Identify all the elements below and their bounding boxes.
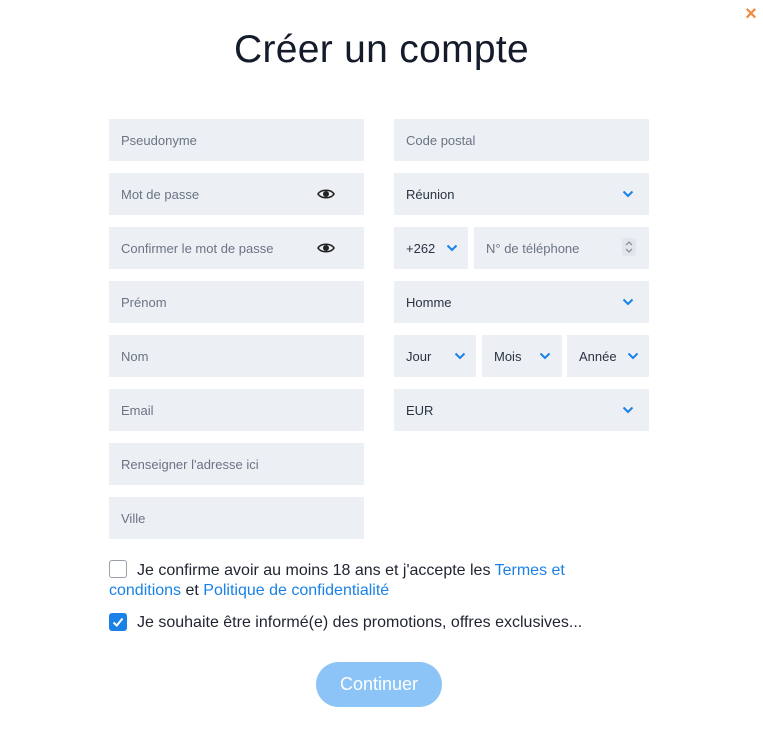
phone-number-field[interactable]: N° de téléphone [474,227,649,269]
gender-select[interactable]: Homme [394,281,649,323]
promo-checkbox[interactable] [109,613,127,631]
ville-field[interactable]: Ville [109,497,364,539]
prenom-field[interactable]: Prénom [109,281,364,323]
and-text: et [181,582,204,599]
address-placeholder: Renseigner l'adresse ici [121,456,259,472]
gender-value: Homme [406,294,452,310]
currency-select[interactable]: EUR [394,389,649,431]
number-spinner-icon[interactable] [622,238,636,256]
confirm-password-field[interactable]: Confirmer le mot de passe [109,227,364,269]
pseudonyme-placeholder: Pseudonyme [121,132,197,148]
day-select[interactable]: Jour [394,335,476,377]
terms-link[interactable]: Termes et [495,562,565,579]
password-field[interactable]: Mot de passe [109,173,364,215]
chevron-down-icon [622,190,634,198]
privacy-link[interactable]: Politique de confidentialité [203,582,389,599]
email-field[interactable]: Email [109,389,364,431]
phone-prefix-value: +262 [406,240,436,256]
address-field[interactable]: Renseigner l'adresse ici [109,443,364,485]
chevron-down-icon [454,352,466,360]
postal-code-field[interactable]: Code postal [394,119,649,161]
checkmark-icon [112,617,124,627]
year-select[interactable]: Année [567,335,649,377]
ville-placeholder: Ville [121,510,146,526]
prenom-placeholder: Prénom [121,294,167,310]
terms-checkbox[interactable] [109,560,127,578]
terms-text-line-2: conditions et Politique de confidentiali… [109,581,579,601]
promo-text: Je souhaite être informé(e) des promotio… [137,614,583,631]
region-select[interactable]: Réunion [394,173,649,215]
nom-placeholder: Nom [121,348,149,364]
phone-prefix-select[interactable]: +262 [394,227,468,269]
terms-text: Je confirme avoir au moins 18 ans et j'a… [137,561,607,581]
password-placeholder: Mot de passe [121,186,200,202]
chevron-down-icon [622,298,634,306]
continue-button[interactable]: Continuer [316,662,442,707]
region-value: Réunion [406,186,455,202]
postal-code-placeholder: Code postal [406,132,476,148]
phone-number-placeholder: N° de téléphone [486,240,580,256]
chevron-down-icon [622,406,634,414]
nom-field[interactable]: Nom [109,335,364,377]
pseudonyme-field[interactable]: Pseudonyme [109,119,364,161]
currency-value: EUR [406,402,434,418]
chevron-down-icon [627,352,639,360]
month-select[interactable]: Mois [482,335,562,377]
eye-icon[interactable] [317,187,335,201]
email-placeholder: Email [121,402,154,418]
confirm-password-placeholder: Confirmer le mot de passe [121,240,274,256]
eye-icon[interactable] [317,241,335,255]
month-value: Mois [494,348,522,364]
terms-text-part: Je confirme avoir au moins 18 ans et j'a… [137,562,495,579]
chevron-down-icon [539,352,551,360]
chevron-down-icon [446,244,458,252]
terms-link-continued[interactable]: conditions [109,582,181,599]
page-title: Créer un compte [234,28,529,71]
year-value: Année [579,348,617,364]
close-icon[interactable]: × [742,4,760,24]
day-value: Jour [406,348,432,364]
